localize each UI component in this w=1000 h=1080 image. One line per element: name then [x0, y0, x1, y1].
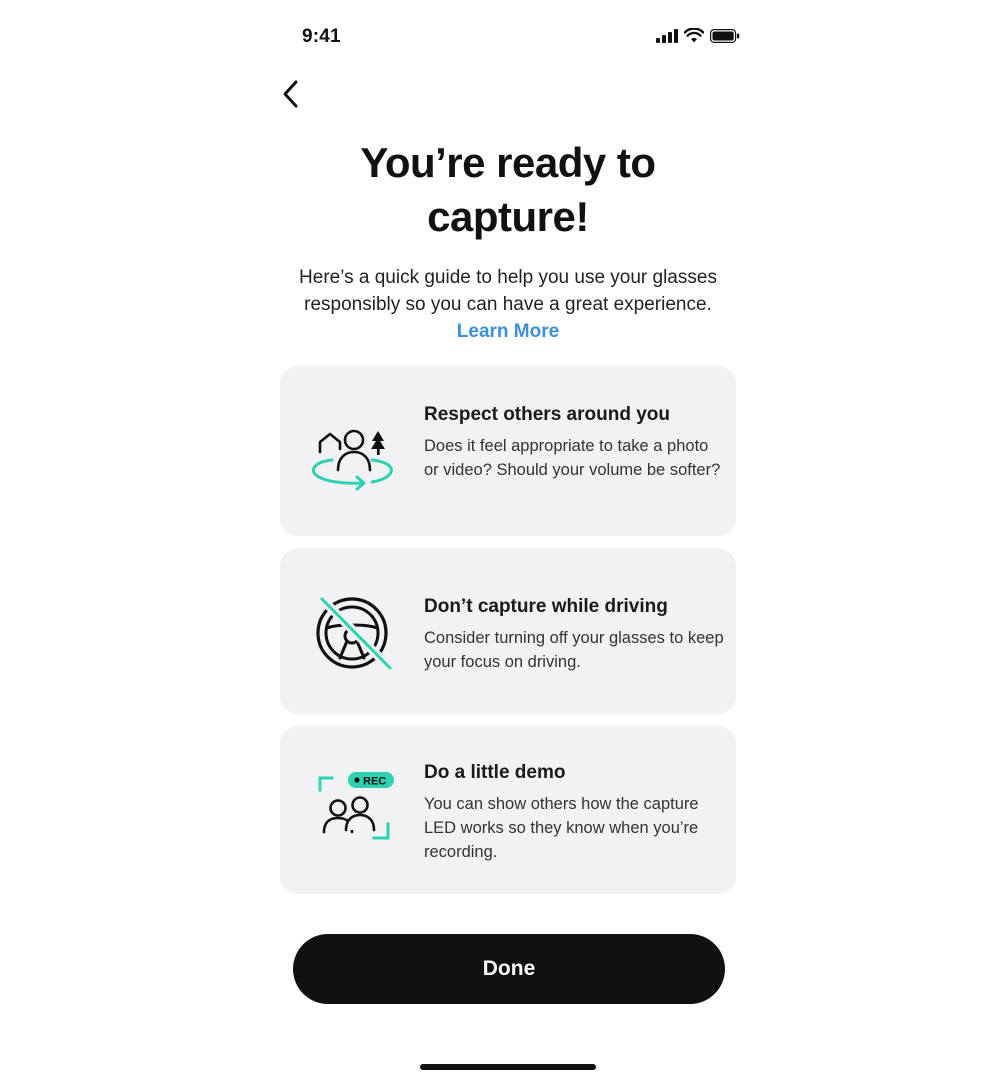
guide-card-driving: Don’t capture while driving Consider tur… — [280, 548, 736, 714]
card-text: Do a little demo You can show others how… — [424, 760, 724, 864]
status-bar: 9:41 — [276, 20, 746, 54]
card-text: Don’t capture while driving Consider tur… — [424, 594, 724, 674]
card-description: Consider turning off your glasses to kee… — [424, 629, 724, 671]
people-surroundings-icon — [311, 429, 393, 491]
card-description: Does it feel appropriate to take a photo… — [424, 437, 721, 479]
wifi-icon — [684, 28, 704, 43]
status-time: 9:41 — [302, 26, 341, 47]
rec-badge-label: REC — [363, 776, 386, 788]
phone-screen: 9:41 You’re ready to capture! Here’s a q… — [276, 0, 746, 1080]
chevron-left-icon — [283, 80, 298, 108]
guide-card-respect: Respect others around you Does it feel a… — [280, 366, 736, 536]
learn-more-link[interactable]: Learn More — [457, 321, 559, 342]
card-text: Respect others around you Does it feel a… — [424, 402, 724, 482]
done-button[interactable]: Done — [293, 934, 725, 1004]
card-title: Respect others around you — [424, 404, 670, 425]
card-description: You can show others how the capture LED … — [424, 795, 699, 861]
page-title: You’re ready to capture! — [360, 139, 656, 240]
back-button[interactable] — [276, 76, 306, 112]
card-title: Do a little demo — [424, 762, 566, 783]
status-icons — [656, 28, 740, 43]
battery-icon — [710, 28, 740, 43]
recording-demo-icon: REC — [318, 772, 394, 840]
subtitle-text: Here’s a quick guide to help you use you… — [299, 267, 717, 315]
card-title: Don’t capture while driving — [424, 596, 668, 617]
no-driving-steering-wheel-icon — [316, 594, 395, 673]
page-subtitle: Here’s a quick guide to help you use you… — [296, 264, 720, 345]
cellular-signal-icon — [656, 28, 678, 43]
home-indicator[interactable] — [420, 1064, 596, 1070]
guide-card-demo: REC Do a little demo You can show others… — [280, 726, 736, 894]
